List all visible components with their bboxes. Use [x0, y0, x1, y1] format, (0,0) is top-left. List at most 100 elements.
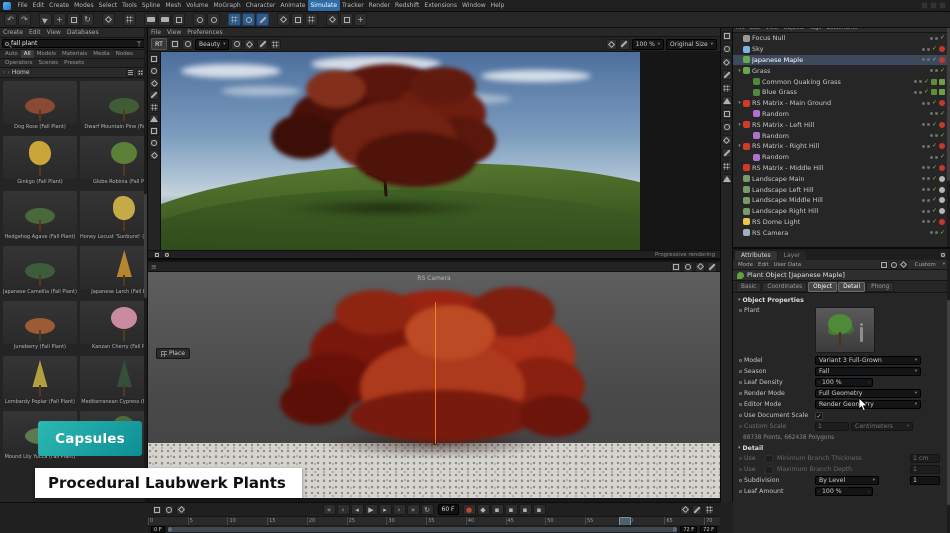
make-editable-icon[interactable] — [721, 31, 732, 41]
object-row[interactable]: ▾ RS Matrix - Right Hill ✓ — [733, 141, 950, 152]
search-field[interactable] — [2, 39, 145, 48]
render-visibility-dot[interactable] — [934, 36, 938, 40]
menu-window[interactable]: Window — [460, 0, 489, 11]
pan-tool-icon[interactable] — [149, 114, 159, 124]
asset-item[interactable]: Lombardy Poplar (Fall Plant) — [2, 355, 78, 409]
custom-dropdown[interactable]: Custom — [912, 262, 938, 268]
timeline-tick[interactable]: 70 — [704, 517, 712, 525]
live-selection-icon[interactable] — [39, 13, 52, 26]
timeline-tick[interactable]: 65 — [664, 517, 673, 525]
enable-checkmark[interactable]: ✓ — [940, 67, 945, 74]
enable-checkmark[interactable]: ✓ — [924, 78, 929, 85]
expand-icon[interactable]: ▾ — [736, 143, 743, 149]
axis-icon[interactable]: + — [354, 13, 367, 26]
render-visibility-dot[interactable] — [926, 220, 930, 224]
object-row[interactable]: Random ✓ — [733, 152, 950, 163]
autokey-button[interactable]: ◆ — [476, 504, 490, 515]
next-frame-button[interactable]: ▸ — [378, 504, 392, 515]
leaf-amount-field[interactable]: ‹ 100 % › — [815, 487, 873, 496]
filter-tab-presets[interactable]: Presets — [61, 59, 87, 67]
sort-icon[interactable] — [126, 68, 134, 77]
menu-redshift[interactable]: Redshift — [393, 0, 422, 11]
marker-icon[interactable] — [176, 504, 186, 515]
search-input[interactable] — [11, 40, 134, 47]
enable-checkmark[interactable]: ✓ — [932, 208, 937, 214]
phong-tag[interactable] — [939, 208, 945, 215]
model-dropdown[interactable]: Variant 3 Full-Grown ▾ — [815, 356, 921, 365]
history-icon[interactable] — [149, 150, 159, 160]
asset-item[interactable]: Globe Robinia (Fall Plant) — [79, 135, 147, 189]
editor-visibility-dot[interactable] — [921, 58, 925, 62]
menu-help[interactable]: Help — [488, 0, 507, 11]
zoom-dropdown[interactable]: 100 % ▾ — [631, 38, 665, 50]
attribute-tab-coordinates[interactable]: Coordinates — [762, 281, 808, 292]
attribute-menu-user-data[interactable]: User Data — [771, 262, 803, 268]
object-row[interactable]: Focus Null ✓ — [733, 33, 950, 44]
render-visibility-dot[interactable] — [926, 58, 930, 62]
redshift-tag[interactable] — [939, 100, 945, 107]
attribute-menu-mode[interactable]: Mode — [736, 262, 756, 268]
ab-compare-icon[interactable] — [257, 38, 269, 50]
enable-checkmark[interactable]: ✓ — [932, 175, 937, 182]
render-view-icon[interactable] — [144, 13, 157, 26]
object-row[interactable]: Random ✓ — [733, 109, 950, 120]
editor-visibility-dot[interactable] — [929, 134, 933, 138]
asset-item[interactable]: Dwarf Mountain Pine (Fall Plant) — [79, 80, 147, 134]
mograph-icon[interactable] — [277, 13, 290, 26]
render-visibility-dot[interactable] — [918, 90, 922, 94]
editor-visibility-dot[interactable] — [929, 36, 933, 40]
render-mode-dropdown[interactable]: Full Geometry ▾ — [815, 389, 921, 398]
texture-tag[interactable] — [931, 78, 937, 85]
redshift-tag[interactable] — [939, 46, 945, 53]
menu-edit[interactable]: Edit — [30, 0, 47, 11]
status-icon[interactable] — [153, 251, 160, 258]
goto-end-button[interactable]: » — [406, 504, 420, 515]
timeline-tick[interactable]: 40 — [465, 517, 474, 525]
render-queue-icon[interactable] — [172, 13, 185, 26]
filter-tab-nodes[interactable]: Nodes — [113, 50, 136, 58]
simulate-cloth-icon[interactable] — [228, 13, 241, 26]
filter-tab-auto[interactable]: Auto — [2, 50, 21, 58]
menu-tracker[interactable]: Tracker — [340, 0, 367, 11]
timeline-mode-icon[interactable] — [152, 504, 162, 515]
options-icon[interactable] — [704, 504, 714, 515]
asset-item[interactable]: Japanese Larch (Fall Plant) — [79, 245, 147, 299]
phong-tag[interactable] — [939, 186, 945, 193]
tab-attributes[interactable]: Attributes — [735, 251, 777, 260]
rotate-icon[interactable]: ↻ — [81, 13, 94, 26]
anim-dot[interactable] — [739, 392, 742, 395]
enable-checkmark[interactable]: ✓ — [932, 143, 937, 149]
snap-icon[interactable] — [326, 13, 339, 26]
display-icon[interactable] — [149, 54, 159, 64]
move-icon[interactable]: + — [53, 13, 66, 26]
record-button[interactable]: ● — [462, 504, 476, 515]
enable-checkmark[interactable]: ✓ — [932, 121, 937, 128]
asset-item[interactable]: Kanzan Cherry (Fall Plant) — [79, 300, 147, 354]
view-mode-icon[interactable] — [136, 68, 144, 77]
detail-field[interactable]: 1 — [910, 465, 940, 474]
object-row[interactable]: RS Dome Light ✓ — [733, 217, 950, 228]
preview-range-bar[interactable] — [167, 526, 678, 532]
texture-mode-icon[interactable] — [721, 57, 732, 67]
menu-animate[interactable]: Animate — [278, 0, 308, 11]
timeline-tick[interactable]: 0 — [148, 517, 153, 525]
asset-menu-edit[interactable]: Edit — [26, 29, 44, 36]
status-icon[interactable] — [163, 251, 170, 258]
menu-create[interactable]: Create — [47, 0, 72, 11]
asset-item[interactable]: Ginkgo (Fall Plant) — [2, 135, 78, 189]
editor-visibility-dot[interactable] — [921, 220, 925, 224]
object-row[interactable]: Random ✓ — [733, 130, 950, 141]
keyframe-bar-icon[interactable] — [164, 504, 174, 515]
back-icon[interactable] — [879, 260, 888, 269]
start-render-icon[interactable] — [169, 38, 181, 50]
redo-icon[interactable]: ↷ — [18, 13, 31, 26]
preview-range[interactable] — [167, 526, 678, 532]
key-position-button[interactable]: ▪ — [490, 504, 504, 515]
expand-icon[interactable]: ▾ — [736, 68, 743, 74]
aov-icon[interactable] — [149, 138, 159, 148]
stepper-right[interactable]: › — [866, 380, 872, 386]
range-end-field[interactable]: 72 F — [680, 525, 698, 533]
phong-tag[interactable] — [939, 197, 945, 204]
editor-visibility-dot[interactable] — [921, 101, 925, 105]
volume-icon[interactable] — [305, 13, 318, 26]
